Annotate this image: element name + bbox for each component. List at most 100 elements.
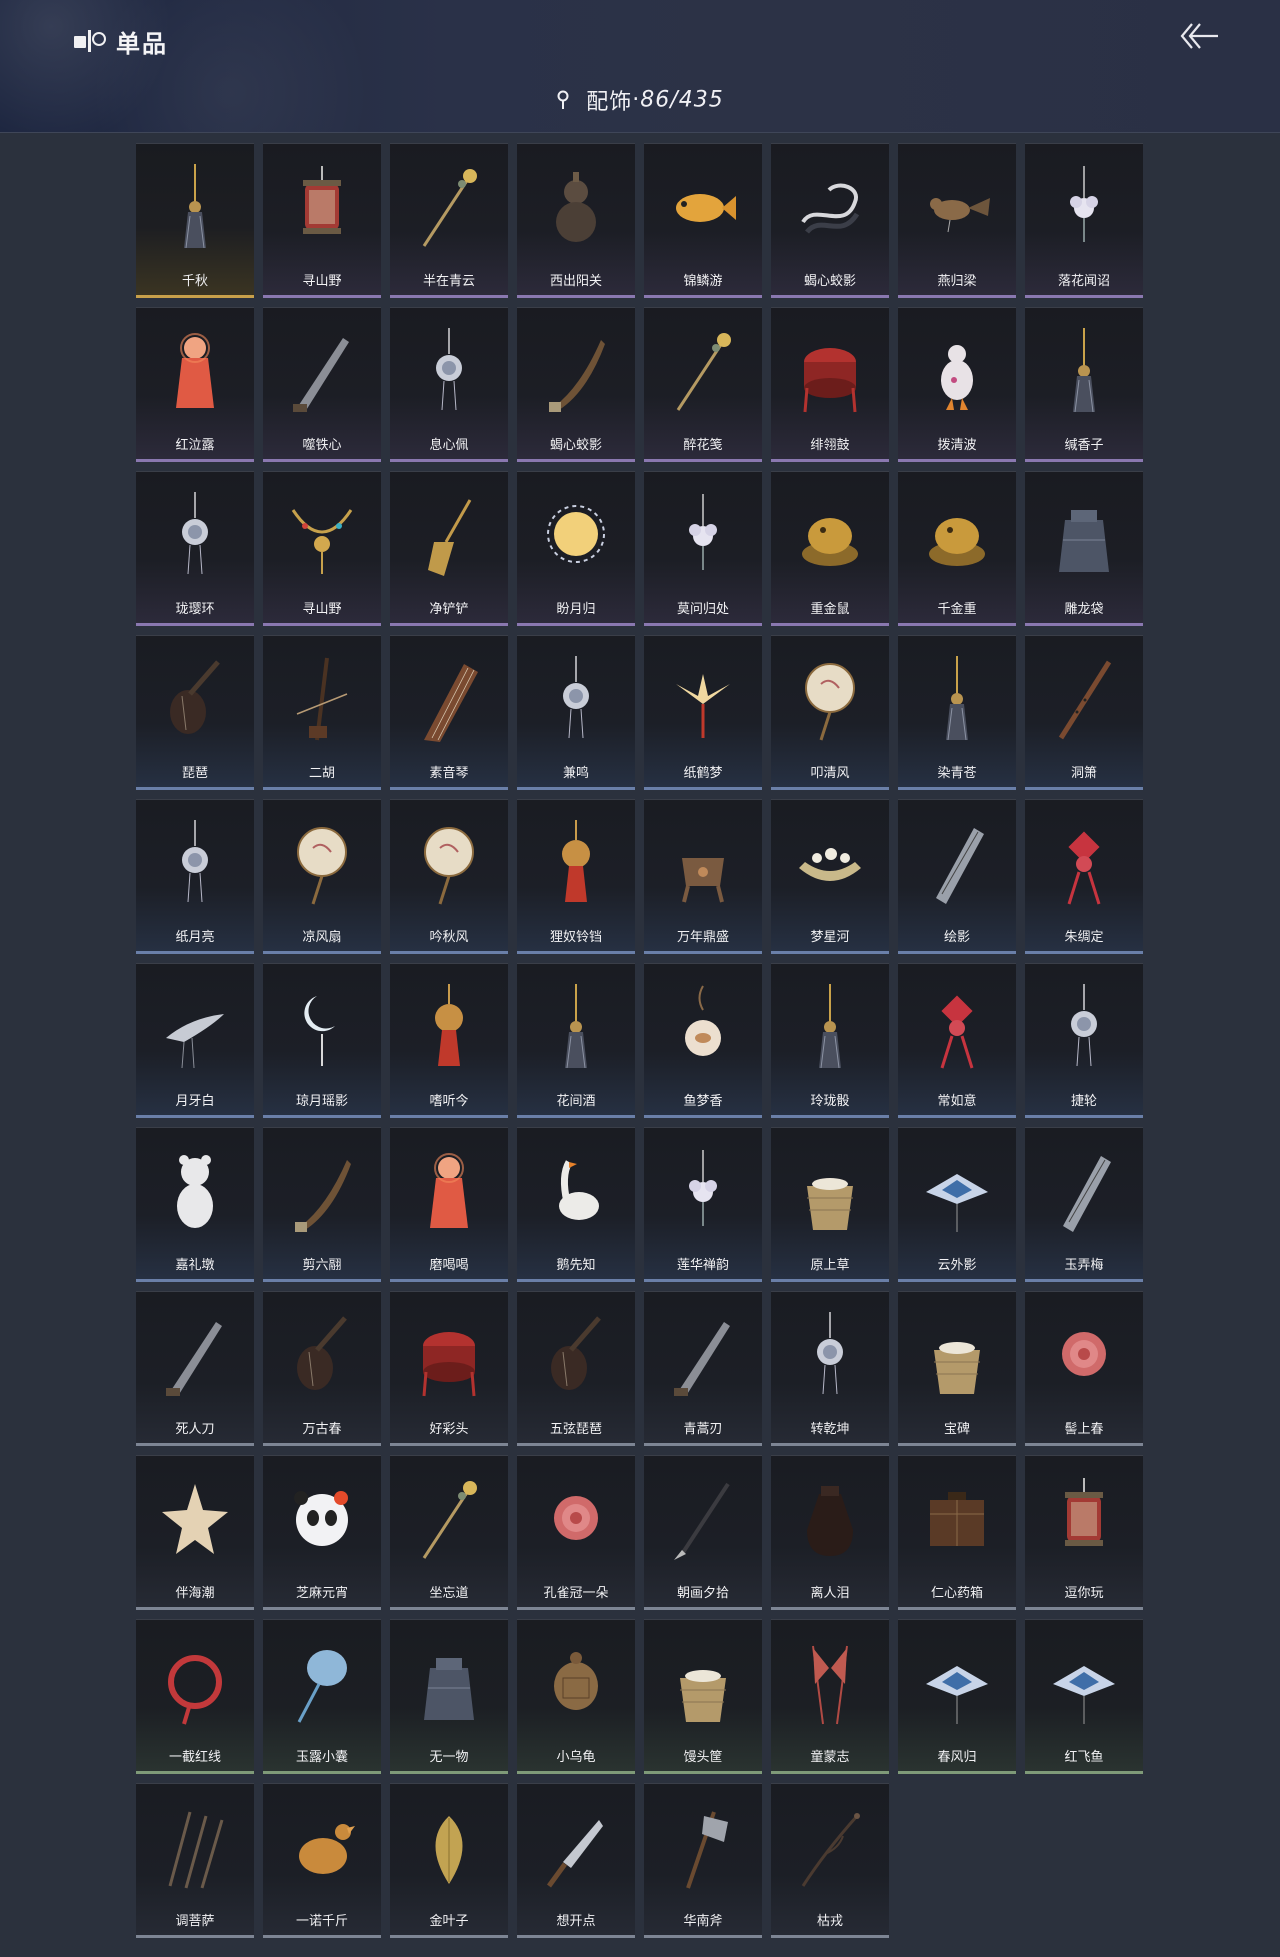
item-card[interactable]: 万年鼎盛 <box>644 799 762 954</box>
knot-icon <box>1049 818 1119 908</box>
item-card[interactable]: 枯戎 <box>771 1783 889 1938</box>
item-card[interactable]: 磨喝喝 <box>390 1127 508 1282</box>
item-card[interactable]: 坐忘道 <box>390 1455 508 1610</box>
item-card[interactable]: 千金重 <box>898 471 1016 626</box>
item-card[interactable]: 好彩头 <box>390 1291 508 1446</box>
item-card[interactable]: 调菩萨 <box>136 1783 254 1938</box>
item-card[interactable]: 盼月归 <box>517 471 635 626</box>
item-card[interactable]: 转乾坤 <box>771 1291 889 1446</box>
item-card[interactable]: 纸鹤梦 <box>644 635 762 790</box>
item-name: 仁心药箱 <box>930 1586 983 1601</box>
item-card[interactable]: 吟秋风 <box>390 799 508 954</box>
item-card[interactable]: 月牙白 <box>136 963 254 1118</box>
item-name: 想开点 <box>556 1914 596 1929</box>
item-card[interactable]: 原上草 <box>771 1127 889 1282</box>
scroll-icon <box>922 818 992 908</box>
item-card[interactable]: 鱼梦香 <box>644 963 762 1118</box>
item-card[interactable]: 重金鼠 <box>771 471 889 626</box>
item-card[interactable]: 鹅先知 <box>517 1127 635 1282</box>
item-card[interactable]: 梦星河 <box>771 799 889 954</box>
item-card[interactable]: 仁心药箱 <box>898 1455 1016 1610</box>
item-card[interactable]: 染青苍 <box>898 635 1016 790</box>
item-card[interactable]: 玉弄梅 <box>1025 1127 1143 1282</box>
item-card[interactable]: 一诺千斤 <box>263 1783 381 1938</box>
item-card[interactable]: 落花闻诏 <box>1025 143 1143 298</box>
item-card[interactable]: 孔雀冠一朵 <box>517 1455 635 1610</box>
item-name: 玲珑骰 <box>810 1094 850 1109</box>
item-card[interactable]: 蝎心蛟影 <box>517 307 635 462</box>
item-card[interactable]: 朝画夕拾 <box>644 1455 762 1610</box>
item-card[interactable]: 寻山野 <box>263 471 381 626</box>
item-name: 素音琴 <box>429 766 469 781</box>
item-card[interactable]: 宝碑 <box>898 1291 1016 1446</box>
item-card[interactable]: 珑璎环 <box>136 471 254 626</box>
item-name: 玉弄梅 <box>1064 1258 1104 1273</box>
item-card[interactable]: 寻山野 <box>263 143 381 298</box>
item-card[interactable]: 逗你玩 <box>1025 1455 1143 1610</box>
item-card[interactable]: 红泣露 <box>136 307 254 462</box>
item-card[interactable]: 离人泪 <box>771 1455 889 1610</box>
item-card[interactable]: 噬铁心 <box>263 307 381 462</box>
item-name: 髻上春 <box>1064 1422 1104 1437</box>
item-card[interactable]: 叩清风 <box>771 635 889 790</box>
item-card[interactable]: 无一物 <box>390 1619 508 1774</box>
item-card[interactable]: 素音琴 <box>390 635 508 790</box>
item-card[interactable]: 凉风扇 <box>263 799 381 954</box>
item-card[interactable]: 花间酒 <box>517 963 635 1118</box>
item-card[interactable]: 醉花笺 <box>644 307 762 462</box>
item-card[interactable]: 想开点 <box>517 1783 635 1938</box>
item-card[interactable]: 绯翎鼓 <box>771 307 889 462</box>
item-card[interactable]: 雕龙袋 <box>1025 471 1143 626</box>
jar-icon <box>795 1474 865 1564</box>
item-card[interactable]: 常如意 <box>898 963 1016 1118</box>
item-card[interactable]: 半在青云 <box>390 143 508 298</box>
item-card[interactable]: 童蒙志 <box>771 1619 889 1774</box>
item-card[interactable]: 千秋 <box>136 143 254 298</box>
item-card[interactable]: 狸奴铃铛 <box>517 799 635 954</box>
item-card[interactable]: 西出阳关 <box>517 143 635 298</box>
item-card[interactable]: 莲华禅韵 <box>644 1127 762 1282</box>
boat-icon <box>795 818 865 908</box>
back-button[interactable] <box>1178 18 1222 54</box>
item-card[interactable]: 金叶子 <box>390 1783 508 1938</box>
item-card[interactable]: 燕归梁 <box>898 143 1016 298</box>
item-card[interactable]: 华南斧 <box>644 1783 762 1938</box>
item-card[interactable]: 髻上春 <box>1025 1291 1143 1446</box>
item-card[interactable]: 玲珑骰 <box>771 963 889 1118</box>
item-card[interactable]: 净铲铲 <box>390 471 508 626</box>
bear-icon <box>160 1146 230 1236</box>
item-card[interactable]: 兼鸣 <box>517 635 635 790</box>
item-card[interactable]: 馒头筐 <box>644 1619 762 1774</box>
item-card[interactable]: 琼月瑶影 <box>263 963 381 1118</box>
item-card[interactable]: 剪六翮 <box>263 1127 381 1282</box>
item-card[interactable]: 缄香子 <box>1025 307 1143 462</box>
item-card[interactable]: 芝麻元宵 <box>263 1455 381 1610</box>
item-card[interactable]: 伴海潮 <box>136 1455 254 1610</box>
item-card[interactable]: 嗜听今 <box>390 963 508 1118</box>
item-card[interactable]: 朱绸定 <box>1025 799 1143 954</box>
item-card[interactable]: 洞箫 <box>1025 635 1143 790</box>
item-card[interactable]: 拨清波 <box>898 307 1016 462</box>
item-card[interactable]: 息心佩 <box>390 307 508 462</box>
item-card[interactable]: 锦鳞游 <box>644 143 762 298</box>
item-card[interactable]: 二胡 <box>263 635 381 790</box>
item-card[interactable]: 一截红线 <box>136 1619 254 1774</box>
item-card[interactable]: 捷轮 <box>1025 963 1143 1118</box>
item-name: 醉花笺 <box>683 438 723 453</box>
item-card[interactable]: 青蒿刃 <box>644 1291 762 1446</box>
item-card[interactable]: 春风归 <box>898 1619 1016 1774</box>
item-card[interactable]: 琵琶 <box>136 635 254 790</box>
item-card[interactable]: 蝎心蛟影 <box>771 143 889 298</box>
item-card[interactable]: 万古春 <box>263 1291 381 1446</box>
item-card[interactable]: 绘影 <box>898 799 1016 954</box>
item-card[interactable]: 小乌龟 <box>517 1619 635 1774</box>
item-card[interactable]: 五弦琵琶 <box>517 1291 635 1446</box>
item-card[interactable]: 纸月亮 <box>136 799 254 954</box>
panda-icon <box>287 1474 357 1564</box>
item-card[interactable]: 死人刀 <box>136 1291 254 1446</box>
item-card[interactable]: 红飞鱼 <box>1025 1619 1143 1774</box>
item-card[interactable]: 嘉礼墩 <box>136 1127 254 1282</box>
item-card[interactable]: 云外影 <box>898 1127 1016 1282</box>
item-card[interactable]: 玉露小囊 <box>263 1619 381 1774</box>
item-card[interactable]: 莫问归处 <box>644 471 762 626</box>
